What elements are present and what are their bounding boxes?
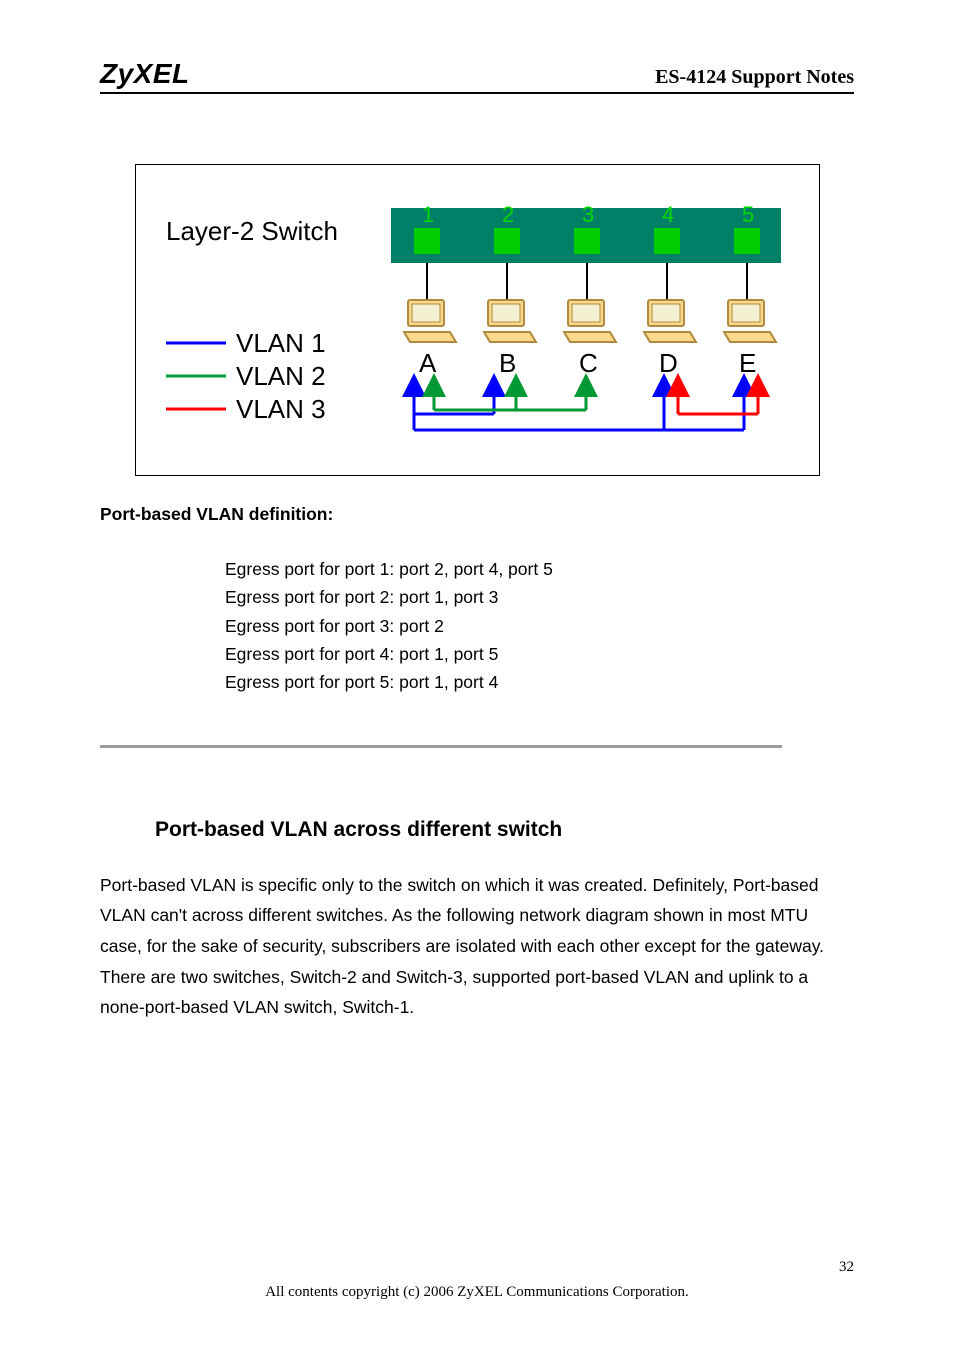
port-num-2: 2 — [502, 202, 514, 227]
egress-rule: Egress port for port 2: port 1, port 3 — [225, 583, 854, 611]
legend-vlan2: VLAN 2 — [236, 361, 326, 391]
port-num-4: 4 — [662, 202, 674, 227]
egress-rule: Egress port for port 3: port 2 — [225, 612, 854, 640]
brand-logo: ZyXEL — [100, 58, 190, 90]
vlan-topology-svg: Layer-2 Switch 1 2 3 4 5 — [166, 200, 786, 450]
port-num-1: 1 — [422, 202, 434, 227]
port-num-3: 3 — [582, 202, 594, 227]
host-icon — [724, 300, 776, 342]
host-label-C: C — [579, 348, 598, 378]
host-icon — [644, 300, 696, 342]
host-icon — [404, 300, 456, 342]
host-icon — [484, 300, 536, 342]
port-num-5: 5 — [742, 202, 754, 227]
legend-vlan3: VLAN 3 — [236, 394, 326, 424]
vlan-def-title: Port-based VLAN definition: — [100, 504, 854, 525]
divider — [100, 745, 782, 748]
host-label-E: E — [739, 348, 756, 378]
section-heading: Port-based VLAN across different switch — [100, 818, 854, 842]
egress-rule: Egress port for port 4: port 1, port 5 — [225, 640, 854, 668]
page-header: ZyXEL ES-4124 Support Notes — [100, 58, 854, 94]
egress-rule: Egress port for port 1: port 2, port 4, … — [225, 555, 854, 583]
page-number: 32 — [839, 1259, 854, 1276]
copyright-footer: All contents copyright (c) 2006 ZyXEL Co… — [0, 1284, 954, 1301]
egress-rule: Egress port for port 5: port 1, port 4 — [225, 668, 854, 696]
host-label-B: B — [499, 348, 516, 378]
legend-vlan1: VLAN 1 — [236, 328, 326, 358]
host-label-D: D — [659, 348, 678, 378]
document-title: ES-4124 Support Notes — [655, 66, 854, 89]
host-icon — [564, 300, 616, 342]
network-diagram: Layer-2 Switch 1 2 3 4 5 — [135, 164, 820, 476]
section-paragraph: Port-based VLAN is specific only to the … — [100, 870, 854, 1023]
host-label-A: A — [419, 348, 437, 378]
switch-label: Layer-2 Switch — [166, 216, 338, 246]
egress-rules-list: Egress port for port 1: port 2, port 4, … — [100, 555, 854, 697]
